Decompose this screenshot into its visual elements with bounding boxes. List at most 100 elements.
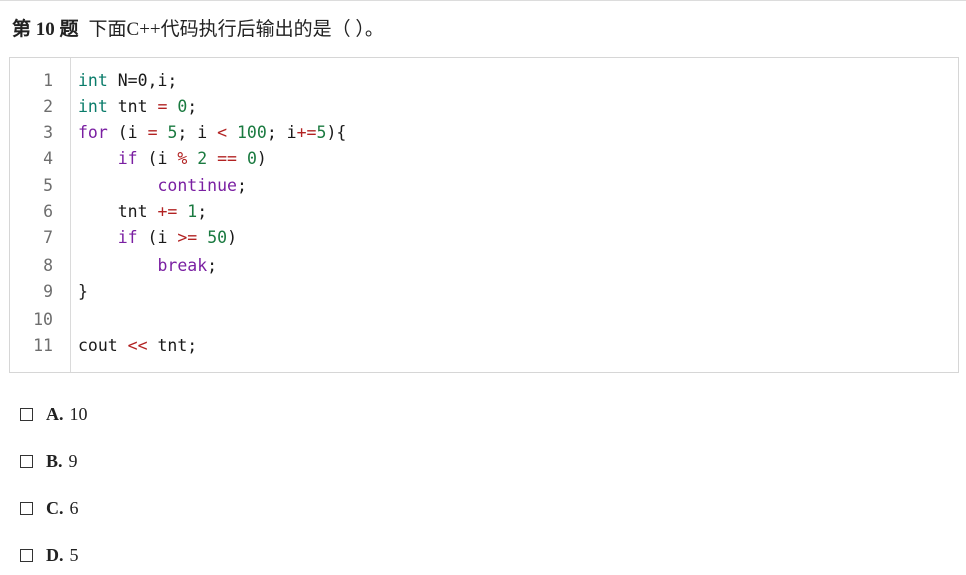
line-number: 11 (33, 336, 53, 355)
option-value: 6 (69, 498, 79, 518)
code-line: 3 for (i = 5; i < 100; i+=5){ (10, 120, 958, 146)
code-token: < (217, 123, 228, 142)
code-token: 50 (207, 228, 228, 247)
code-text: cout << tnt; (78, 333, 197, 359)
question-header: 第 10 题下面C++代码执行后输出的是（ ）。 (12, 16, 384, 44)
code-token: ; i (266, 123, 297, 142)
code-token: 0 (246, 149, 257, 168)
code-token: 100 (237, 123, 267, 142)
code-text: continue; (78, 173, 247, 199)
code-token: tnt (107, 97, 158, 116)
code-text: if (i >= 50) (78, 225, 237, 251)
code-token: (i (137, 149, 178, 168)
code-token: if (117, 228, 138, 247)
code-token: ; (187, 97, 198, 116)
code-token: if (117, 149, 138, 168)
code-token: ; (207, 256, 218, 275)
option-value: 5 (69, 545, 79, 565)
question-text: 下面C++代码执行后输出的是（ ）。 (88, 19, 384, 40)
code-text: tnt += 1; (78, 199, 207, 225)
code-token: } (78, 282, 88, 301)
option-letter: C. (46, 498, 64, 518)
code-line: 11 cout << tnt; (10, 333, 958, 359)
code-token: ) (227, 228, 237, 247)
code-token: << (127, 336, 148, 355)
line-number: 5 (43, 176, 53, 195)
line-number: 1 (43, 71, 53, 90)
option-c[interactable]: C. 6 (20, 496, 79, 520)
code-text: break; (78, 253, 217, 279)
line-number: 2 (43, 97, 53, 116)
code-token: (i (107, 123, 148, 142)
option-b[interactable]: B. 9 (20, 449, 78, 473)
code-line: 1 int N=0,i; (10, 68, 958, 94)
code-line: 2 int tnt = 0; (10, 94, 958, 120)
code-token: int (78, 97, 108, 116)
code-text: int tnt = 0; (78, 94, 197, 120)
checkbox-icon[interactable] (20, 502, 33, 515)
code-token: break (157, 256, 208, 275)
checkbox-icon[interactable] (20, 408, 33, 421)
code-token: = (157, 97, 168, 116)
option-letter: B. (46, 451, 63, 471)
code-token: tnt; (147, 336, 198, 355)
code-token: ; (197, 202, 208, 221)
option-value: 9 (68, 451, 78, 471)
top-divider (0, 0, 966, 1)
code-token: 0 (177, 97, 188, 116)
code-line: 6 tnt += 1; (10, 199, 958, 225)
line-number: 3 (43, 123, 53, 142)
line-number: 7 (43, 228, 53, 247)
code-text: } (78, 279, 88, 305)
code-token: 1 (187, 202, 198, 221)
line-number: 10 (33, 310, 53, 329)
option-a[interactable]: A. 10 (20, 402, 88, 426)
code-text: if (i % 2 == 0) (78, 146, 267, 172)
checkbox-icon[interactable] (20, 549, 33, 562)
code-line: 8 break; (10, 253, 958, 279)
code-line: 4 if (i % 2 == 0) (10, 146, 958, 172)
code-token: for (78, 123, 108, 142)
option-d[interactable]: D. 5 (20, 543, 79, 567)
option-letter: D. (46, 545, 64, 565)
code-token: ) (256, 149, 267, 168)
code-token: tnt (78, 202, 158, 221)
code-line: 5 continue; (10, 173, 958, 199)
code-token: ; (236, 176, 247, 195)
code-token: 2 (197, 149, 208, 168)
code-token: 5 (316, 123, 327, 142)
code-token: = (147, 123, 158, 142)
code-token: (i (137, 228, 178, 247)
code-text: for (i = 5; i < 100; i+=5){ (78, 120, 346, 146)
code-token: 5 (167, 123, 178, 142)
code-token: ; i (177, 123, 218, 142)
code-token: continue (157, 176, 237, 195)
code-token: == (217, 149, 237, 168)
question-number: 第 10 题 (12, 19, 79, 40)
code-line: 10 (10, 307, 958, 333)
code-line: 9} (10, 279, 958, 305)
code-token: += (296, 123, 317, 142)
code-token: N=0,i; (107, 71, 178, 90)
code-token: % (177, 149, 188, 168)
code-token: += (157, 202, 178, 221)
checkbox-icon[interactable] (20, 455, 33, 468)
line-number: 9 (43, 282, 53, 301)
code-block: 1 int N=0,i; 2 int tnt = 0; 3 for (i = 5; i <… (9, 57, 959, 373)
option-value: 10 (69, 404, 88, 424)
code-line: 7 if (i >= 50) (10, 225, 958, 251)
code-token: cout (78, 336, 128, 355)
code-token: >= (177, 228, 198, 247)
